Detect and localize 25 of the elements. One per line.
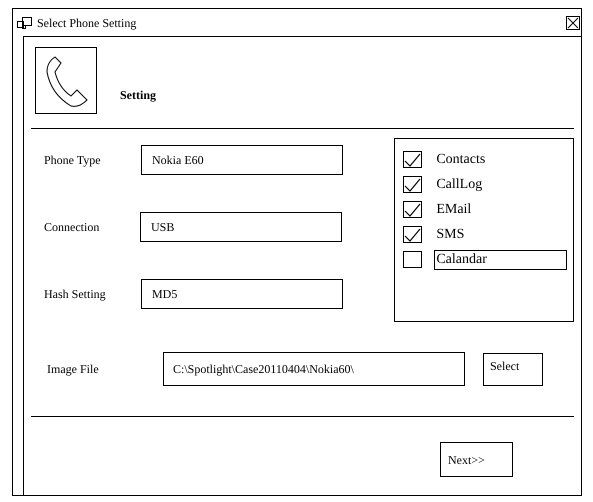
section-title: Setting [120, 87, 156, 104]
checkbox-label[interactable]: Calandar [434, 250, 568, 270]
checkbox[interactable] [403, 151, 422, 168]
checkbox-label[interactable]: Contacts [435, 150, 486, 170]
checkbox-label[interactable]: SMS [435, 224, 466, 244]
close-icon [567, 16, 579, 28]
input-field[interactable]: MD5 [141, 279, 343, 309]
window-title: Select Phone Setting [37, 14, 136, 32]
checkbox-label[interactable]: EMail [435, 200, 472, 220]
close-button[interactable] [566, 16, 580, 30]
window-icon [17, 16, 33, 30]
select-button[interactable]: Select [483, 352, 543, 386]
field-label: Image File [46, 361, 100, 378]
input-field[interactable]: C:\Spotlight\Case20110404\Nokia60\ [163, 352, 465, 386]
next-button[interactable]: Next>> [440, 442, 513, 477]
checkbox[interactable] [403, 176, 422, 193]
checkbox[interactable] [403, 201, 422, 218]
field-label: Connection [43, 219, 100, 236]
checkbox[interactable] [403, 251, 422, 268]
field-label: Hash Setting [43, 286, 107, 303]
field-label: Phone Type [43, 152, 102, 169]
checkbox-label[interactable]: CallLog [435, 174, 484, 194]
input-field[interactable]: USB [140, 212, 342, 242]
input-field[interactable]: Nokia E60 [141, 145, 343, 175]
checkbox[interactable] [403, 226, 422, 243]
